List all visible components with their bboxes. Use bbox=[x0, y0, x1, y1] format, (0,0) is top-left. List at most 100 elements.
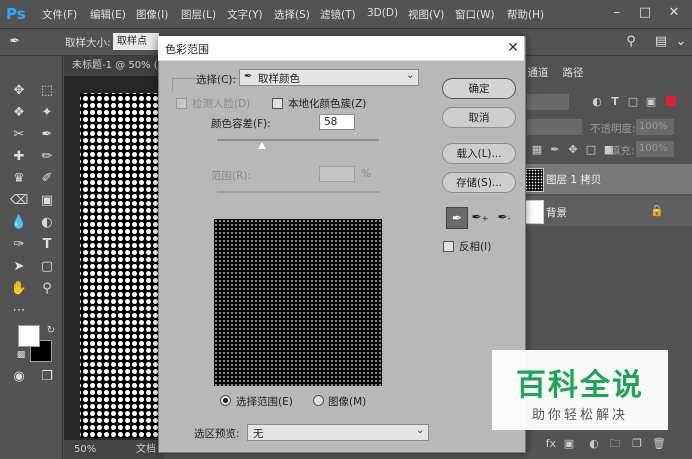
foreground-color-swatch[interactable] bbox=[18, 325, 40, 347]
fuzziness-slider-track[interactable] bbox=[217, 139, 379, 141]
menu-window[interactable]: 窗口(W) bbox=[455, 7, 495, 22]
menu-select[interactable]: 选择(S) bbox=[274, 7, 310, 22]
selection-preview-value: 无 bbox=[253, 428, 264, 440]
image-radio[interactable] bbox=[313, 395, 324, 406]
close-window-icon[interactable]: ✕ bbox=[663, 4, 685, 22]
eyedropper-option-icon[interactable]: ✒ bbox=[6, 33, 24, 51]
range-slider-track[interactable] bbox=[217, 191, 379, 193]
delete-layer-icon[interactable]: 🗑 bbox=[652, 437, 666, 451]
fuzziness-input[interactable]: 58 bbox=[319, 114, 355, 130]
tab-channels[interactable]: 通道 bbox=[524, 62, 552, 84]
filter-adjust-icon[interactable]: ◐ bbox=[590, 95, 604, 109]
blur-tool-icon[interactable]: 💧 bbox=[10, 214, 28, 232]
dialog-close-icon[interactable]: ✕ bbox=[504, 39, 522, 57]
hand-tool-icon[interactable]: ✋ bbox=[10, 280, 28, 298]
layer-filter-select[interactable] bbox=[527, 94, 569, 110]
selection-radio[interactable] bbox=[220, 395, 231, 406]
document-tab[interactable]: 未标题-1 @ 50% ( bbox=[64, 56, 164, 76]
quick-mask-icon[interactable]: ◉ bbox=[10, 368, 28, 386]
layer-name[interactable]: 背景 bbox=[546, 205, 567, 220]
dodge-tool-icon[interactable]: ◐ bbox=[38, 214, 56, 232]
gradient-tool-icon[interactable]: ▣ bbox=[38, 192, 56, 210]
filter-shape-icon[interactable]: □ bbox=[626, 95, 640, 109]
eyedropper-icon: ✒ bbox=[244, 71, 253, 82]
eyedropper-plus-icon[interactable]: ✒+ bbox=[470, 207, 490, 227]
chevron-down-icon[interactable]: ⌄ bbox=[672, 33, 690, 51]
image-radio-label: 图像(M) bbox=[328, 396, 367, 408]
eraser-tool-icon[interactable]: ⌫ bbox=[10, 192, 28, 210]
rectangle-tool-icon[interactable]: ▢ bbox=[38, 258, 56, 276]
invert-checkbox[interactable] bbox=[443, 241, 454, 252]
select-dropdown[interactable]: ✒ 取样颜色 ⌄ bbox=[239, 69, 419, 86]
brush-tool-icon[interactable]: ✏ bbox=[38, 148, 56, 166]
sample-size-select[interactable]: 取样点 bbox=[113, 33, 159, 50]
screen-mode-icon[interactable]: ❐ bbox=[38, 368, 56, 386]
menu-file[interactable]: 文件(F) bbox=[42, 7, 77, 22]
workspace-icon[interactable]: ▤ bbox=[652, 33, 670, 51]
photoshop-logo: Ps bbox=[6, 5, 26, 23]
cancel-button[interactable]: 取消 bbox=[442, 107, 516, 128]
more-tools-icon[interactable]: ⋯ bbox=[10, 302, 28, 320]
crop-tool-icon[interactable]: ✂ bbox=[10, 126, 28, 144]
filter-type-icon[interactable]: T bbox=[608, 95, 622, 109]
eyedropper-tool-icon[interactable]: ✒ bbox=[38, 126, 56, 144]
history-brush-tool-icon[interactable]: ✐ bbox=[38, 170, 56, 188]
menu-view[interactable]: 视图(V) bbox=[408, 7, 444, 22]
minimize-icon[interactable]: – bbox=[606, 4, 628, 22]
detect-faces-checkbox[interactable] bbox=[176, 98, 187, 109]
localized-clusters-checkbox[interactable] bbox=[272, 98, 283, 109]
lock-transparency-icon[interactable]: ▦ bbox=[530, 143, 544, 157]
filter-toggle-icon[interactable] bbox=[666, 96, 676, 106]
move-tool-icon[interactable]: ✥ bbox=[10, 82, 28, 100]
dialog-titlebar[interactable] bbox=[158, 36, 524, 61]
healing-brush-tool-icon[interactable]: ✚ bbox=[10, 148, 28, 166]
filter-smart-icon[interactable]: ▣ bbox=[644, 95, 658, 109]
menu-layer[interactable]: 图层(L) bbox=[181, 7, 216, 22]
ok-button[interactable]: 确定 bbox=[442, 78, 516, 99]
group-icon[interactable]: 🗀 bbox=[608, 437, 622, 451]
zoom-tool-icon[interactable]: ⚲ bbox=[38, 280, 56, 298]
load-button[interactable]: 载入(L)... bbox=[442, 143, 516, 164]
fx-icon[interactable]: fx bbox=[544, 437, 558, 451]
pen-tool-icon[interactable]: ✑ bbox=[10, 236, 28, 254]
marquee-tool-icon[interactable]: ⬚ bbox=[38, 82, 56, 100]
menu-help[interactable]: 帮助(H) bbox=[507, 7, 544, 22]
lock-artboard-icon[interactable]: □ bbox=[584, 143, 598, 157]
lock-pixels-icon[interactable]: ✒ bbox=[548, 143, 562, 157]
menu-edit[interactable]: 编辑(E) bbox=[90, 7, 126, 22]
selection-preview-image[interactable] bbox=[214, 219, 382, 386]
opacity-label: 不透明度: bbox=[590, 123, 636, 135]
range-input[interactable] bbox=[319, 166, 355, 182]
menu-image[interactable]: 图像(I) bbox=[136, 7, 168, 22]
blend-mode-select[interactable] bbox=[527, 119, 582, 135]
magic-wand-tool-icon[interactable]: ✦ bbox=[38, 104, 56, 122]
canvas[interactable] bbox=[80, 93, 160, 438]
tab-paths[interactable]: 路径 bbox=[556, 62, 590, 84]
new-layer-icon[interactable]: ❐ bbox=[630, 437, 644, 451]
path-selection-tool-icon[interactable]: ➤ bbox=[10, 258, 28, 276]
stamp-tool-icon[interactable]: ♛ bbox=[10, 170, 28, 188]
lasso-tool-icon[interactable]: ❖ bbox=[10, 104, 28, 122]
add-mask-icon[interactable]: ▣ bbox=[562, 437, 576, 451]
default-colors-icon[interactable]: ▩ bbox=[12, 346, 30, 364]
menu-3d[interactable]: 3D(D) bbox=[367, 7, 398, 19]
layer-name[interactable]: 图层 1 拷贝 bbox=[546, 172, 601, 187]
lock-position-icon[interactable]: ✥ bbox=[566, 143, 580, 157]
eyedropper-minus-icon[interactable]: ✒- bbox=[494, 207, 514, 227]
layer-thumbnail bbox=[524, 168, 544, 192]
swap-colors-icon[interactable]: ↻ bbox=[42, 322, 60, 340]
opacity-field[interactable]: 100% bbox=[636, 119, 674, 135]
save-button[interactable]: 存储(S)... bbox=[442, 172, 516, 193]
status-bar: 50% 文档 bbox=[64, 440, 164, 459]
menu-type[interactable]: 文字(Y) bbox=[227, 7, 263, 22]
adjustment-layer-icon[interactable]: ◐ bbox=[587, 437, 601, 451]
zoom-level[interactable]: 50% bbox=[74, 440, 96, 459]
selection-preview-select[interactable]: 无 ⌄ bbox=[247, 424, 429, 441]
fill-field[interactable]: 100% bbox=[636, 141, 674, 157]
type-tool-icon[interactable]: T bbox=[38, 236, 56, 254]
fuzziness-slider-handle[interactable] bbox=[258, 142, 266, 149]
maximize-icon[interactable]: □ bbox=[634, 4, 656, 22]
search-icon[interactable]: ⚲ bbox=[622, 33, 640, 51]
menu-filter[interactable]: 滤镜(T) bbox=[320, 7, 356, 22]
eyedropper-icon[interactable]: ✒ bbox=[446, 207, 468, 229]
